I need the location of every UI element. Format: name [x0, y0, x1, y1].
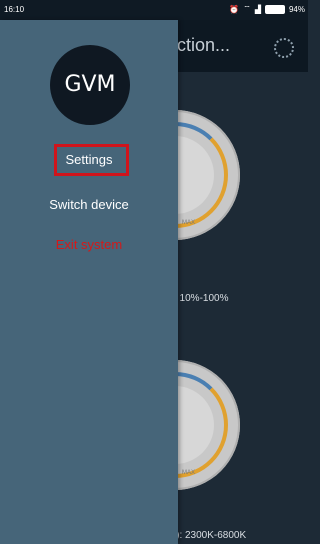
battery-percent: 94% [288, 4, 305, 14]
switch-device-menu-item[interactable]: Switch device [0, 197, 178, 212]
settings-menu-item[interactable]: Settings [0, 152, 178, 167]
wifi-icon: ⌔ [243, 4, 251, 13]
avatar-logo: GVM [50, 45, 130, 125]
alarm-icon: ⏰ [229, 4, 240, 14]
brightness-range-label: : 10%-100% [174, 293, 229, 304]
dial-max-label-2: MAX [182, 470, 196, 476]
exit-system-menu-item[interactable]: Exit system [0, 237, 178, 252]
color-temperature-range-label: T): 2300K-6800K [170, 530, 247, 541]
dial-max-label: MAX [182, 220, 196, 226]
loading-spinner-icon [274, 38, 294, 58]
navigation-drawer: GVM Settings Switch device Exit system [0, 20, 178, 544]
status-time: 16:10 [4, 5, 25, 14]
status-bar: 16:10 ⏰ ⌔ ▟ 94% [0, 0, 308, 20]
signal-icon: ▟ [254, 4, 261, 14]
battery-icon [264, 4, 285, 14]
status-icons: ⏰ ⌔ ▟ 94% [229, 4, 305, 14]
